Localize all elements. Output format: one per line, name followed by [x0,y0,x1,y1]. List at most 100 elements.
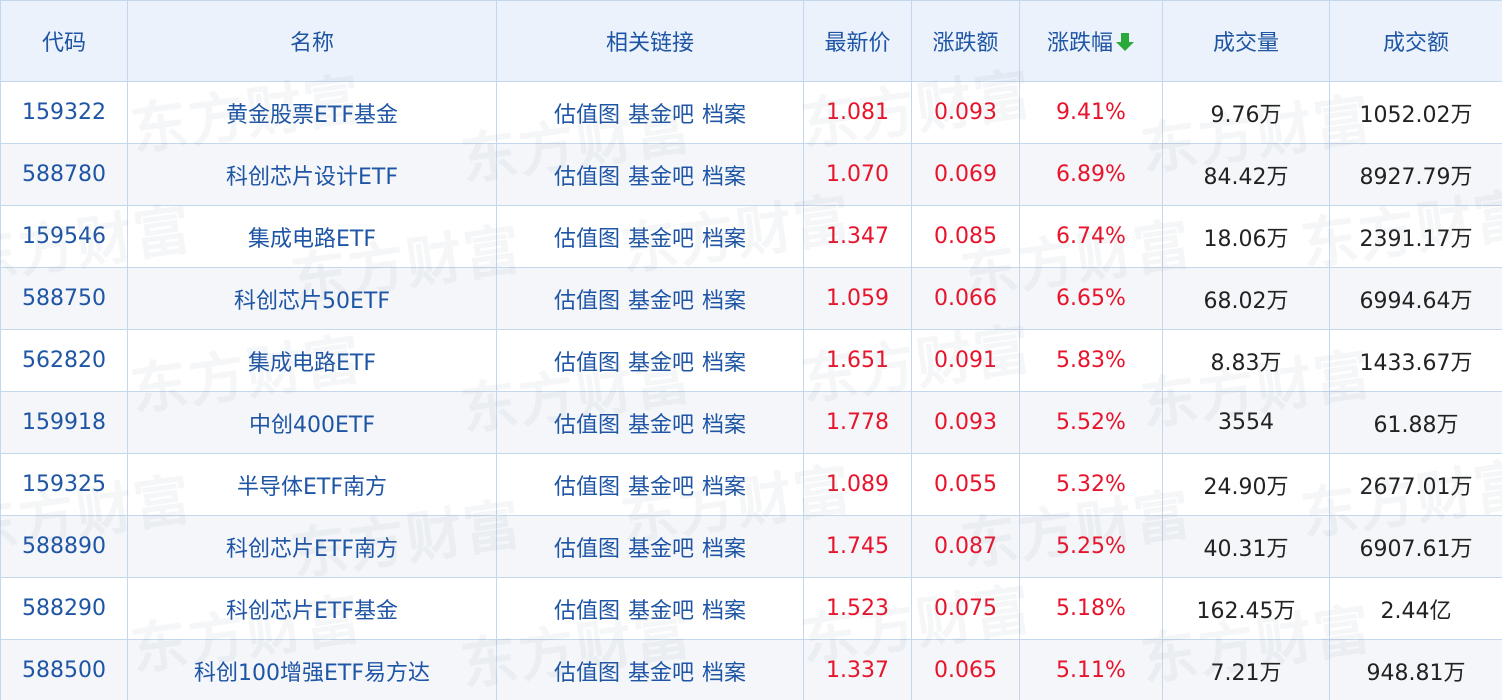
fund-profile-link[interactable]: 档案 [702,475,746,500]
percent-change: 5.83% [1019,329,1163,392]
header-change[interactable]: 涨跌额 [911,0,1020,82]
turnover: 1052.02万 [1329,81,1502,144]
turnover: 2.44亿 [1329,577,1502,640]
valuation-chart-link[interactable]: 估值图 [554,103,620,128]
related-links: 估值图 基金吧 档案 [496,639,804,700]
table-row: 588500 科创100增强ETF易方达 估值图 基金吧 档案 1.337 0.065 5.1… [0,639,1502,700]
latest-price: 1.337 [803,639,912,700]
fund-profile-link[interactable]: 档案 [702,537,746,562]
fund-profile-link[interactable]: 档案 [702,227,746,252]
fund-code-link[interactable]: 159322 [0,81,128,144]
percent-change: 6.89% [1019,143,1163,206]
percent-change: 5.18% [1019,577,1163,640]
valuation-chart-link[interactable]: 估值图 [554,227,620,252]
fund-forum-link[interactable]: 基金吧 [628,351,694,376]
fund-code-link[interactable]: 159546 [0,205,128,268]
header-pct-label: 涨跌幅 [1046,31,1113,56]
turnover: 6907.61万 [1329,515,1502,578]
volume: 3554 [1162,391,1330,454]
table-row: 562820 集成电路ETF 估值图 基金吧 档案 1.651 0.091 5.83% 8.83… [0,329,1502,392]
percent-change: 6.74% [1019,205,1163,268]
fund-code-link[interactable]: 159325 [0,453,128,516]
fund-name-link[interactable]: 集成电路ETF [127,329,497,392]
fund-name-link[interactable]: 集成电路ETF [127,205,497,268]
fund-profile-link[interactable]: 档案 [702,599,746,624]
price-change: 0.075 [911,577,1020,640]
valuation-chart-link[interactable]: 估值图 [554,413,620,438]
fund-code-link[interactable]: 159918 [0,391,128,454]
fund-profile-link[interactable]: 档案 [702,413,746,438]
table-row: 159322 黄金股票ETF基金 估值图 基金吧 档案 1.081 0.093 9.41% 9.… [0,81,1502,144]
fund-code-link[interactable]: 562820 [0,329,128,392]
latest-price: 1.523 [803,577,912,640]
turnover: 2391.17万 [1329,205,1502,268]
latest-price: 1.089 [803,453,912,516]
table-row: 588750 科创芯片50ETF 估值图 基金吧 档案 1.059 0.066 6.65% 68… [0,267,1502,330]
related-links: 估值图 基金吧 档案 [496,143,804,206]
fund-forum-link[interactable]: 基金吧 [628,413,694,438]
table-row: 588780 科创芯片设计ETF 估值图 基金吧 档案 1.070 0.069 6.89% 84… [0,143,1502,206]
fund-code-link[interactable]: 588750 [0,267,128,330]
fund-name-link[interactable]: 半导体ETF南方 [127,453,497,516]
valuation-chart-link[interactable]: 估值图 [554,475,620,500]
fund-name-link[interactable]: 科创芯片设计ETF [127,143,497,206]
header-volume[interactable]: 成交量 [1162,0,1330,82]
fund-forum-link[interactable]: 基金吧 [628,289,694,314]
fund-profile-link[interactable]: 档案 [702,289,746,314]
header-amount[interactable]: 成交额 [1329,0,1502,82]
etf-quote-table: 代码 名称 相关链接 最新价 涨跌额 涨跌幅 成交量 成交额 159322 黄金股… [0,0,1502,700]
fund-name-link[interactable]: 科创芯片ETF南方 [127,515,497,578]
percent-change: 5.32% [1019,453,1163,516]
valuation-chart-link[interactable]: 估值图 [554,537,620,562]
volume: 24.90万 [1162,453,1330,516]
latest-price: 1.745 [803,515,912,578]
etf-table-view: 代码 名称 相关链接 最新价 涨跌额 涨跌幅 成交量 成交额 159322 黄金股… [0,0,1502,700]
fund-forum-link[interactable]: 基金吧 [628,475,694,500]
table-row: 588290 科创芯片ETF基金 估值图 基金吧 档案 1.523 0.075 5.18% 16… [0,577,1502,640]
related-links: 估值图 基金吧 档案 [496,515,804,578]
fund-forum-link[interactable]: 基金吧 [628,165,694,190]
fund-code-link[interactable]: 588500 [0,639,128,700]
valuation-chart-link[interactable]: 估值图 [554,289,620,314]
fund-forum-link[interactable]: 基金吧 [628,599,694,624]
fund-code-link[interactable]: 588780 [0,143,128,206]
header-code[interactable]: 代码 [0,0,128,82]
fund-code-link[interactable]: 588890 [0,515,128,578]
fund-name-link[interactable]: 科创芯片ETF基金 [127,577,497,640]
fund-profile-link[interactable]: 档案 [702,661,746,686]
price-change: 0.065 [911,639,1020,700]
latest-price: 1.347 [803,205,912,268]
volume: 84.42万 [1162,143,1330,206]
price-change: 0.093 [911,391,1020,454]
fund-name-link[interactable]: 科创100增强ETF易方达 [127,639,497,700]
price-change: 0.055 [911,453,1020,516]
fund-name-link[interactable]: 黄金股票ETF基金 [127,81,497,144]
valuation-chart-link[interactable]: 估值图 [554,351,620,376]
fund-name-link[interactable]: 中创400ETF [127,391,497,454]
fund-forum-link[interactable]: 基金吧 [628,227,694,252]
header-name[interactable]: 名称 [127,0,497,82]
related-links: 估值图 基金吧 档案 [496,205,804,268]
fund-profile-link[interactable]: 档案 [702,351,746,376]
price-change: 0.091 [911,329,1020,392]
valuation-chart-link[interactable]: 估值图 [554,661,620,686]
latest-price: 1.081 [803,81,912,144]
fund-profile-link[interactable]: 档案 [702,165,746,190]
header-price[interactable]: 最新价 [803,0,912,82]
latest-price: 1.070 [803,143,912,206]
header-links: 相关链接 [496,0,804,82]
fund-code-link[interactable]: 588290 [0,577,128,640]
fund-forum-link[interactable]: 基金吧 [628,661,694,686]
fund-forum-link[interactable]: 基金吧 [628,537,694,562]
header-pct[interactable]: 涨跌幅 [1019,0,1163,82]
price-change: 0.093 [911,81,1020,144]
volume: 162.45万 [1162,577,1330,640]
valuation-chart-link[interactable]: 估值图 [554,599,620,624]
fund-name-link[interactable]: 科创芯片50ETF [127,267,497,330]
valuation-chart-link[interactable]: 估值图 [554,165,620,190]
fund-profile-link[interactable]: 档案 [702,103,746,128]
arrow-down-icon [1116,33,1134,51]
percent-change: 5.25% [1019,515,1163,578]
turnover: 61.88万 [1329,391,1502,454]
fund-forum-link[interactable]: 基金吧 [628,103,694,128]
